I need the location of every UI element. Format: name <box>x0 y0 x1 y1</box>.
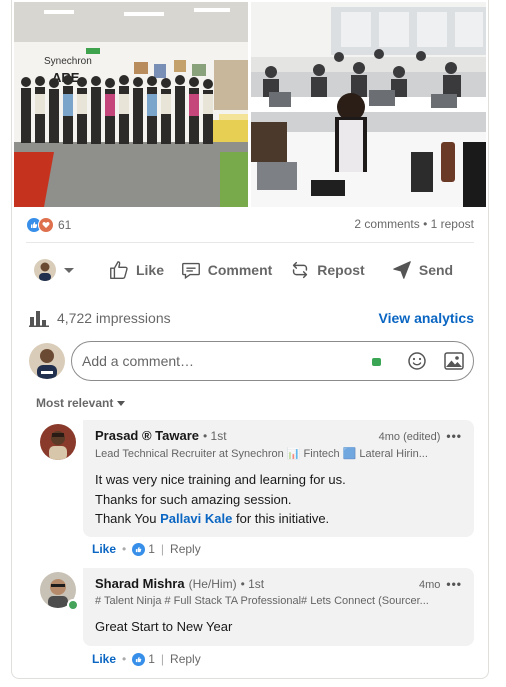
commenter-headline: Lead Technical Recruiter at Synechron 📊 … <box>95 448 428 460</box>
post-action-bar: Like Comment Repost Send <box>24 255 476 285</box>
comment-like-button[interactable]: Like <box>92 652 116 666</box>
commenter-pronouns: (He/Him) <box>188 577 237 591</box>
training-photo-image <box>251 2 486 207</box>
image-icon[interactable] <box>444 352 464 370</box>
group-photo-office[interactable]: Synechron ARE <box>14 2 248 207</box>
chevron-down-icon <box>117 400 126 406</box>
reactions-summary[interactable]: 61 <box>26 217 71 233</box>
send-label: Send <box>418 262 454 278</box>
comment-item: Sharad Mishra (He/Him) • 1st 4mo ••• # T… <box>40 568 474 673</box>
reaction-identity-selector[interactable] <box>24 259 96 281</box>
status-indicator-icon <box>372 358 381 366</box>
post-card: Synechron ARE <box>11 0 489 679</box>
comment-label: Comment <box>207 262 273 278</box>
comment-button[interactable]: Comment <box>176 255 276 285</box>
online-status-icon <box>67 599 79 611</box>
sign-text: Synechron <box>44 56 92 67</box>
comment-line-tail: for this initiative. <box>232 511 330 526</box>
comment-line-text: Thank You <box>95 511 157 526</box>
repost-label: Repost <box>317 262 365 278</box>
emoji-icon[interactable] <box>407 351 427 371</box>
separator: • <box>122 652 127 666</box>
comment-line: Thanks for such amazing session. <box>95 491 292 507</box>
comment-reply-button[interactable]: Reply <box>170 652 201 666</box>
repost-button[interactable]: Repost <box>276 255 378 285</box>
comment-text: It was very nice training and learning f… <box>95 470 462 529</box>
comment-actions: Like • 1 | Reply <box>92 652 201 666</box>
comment-timestamp: 4mo <box>418 579 441 591</box>
comment-header: Sharad Mishra (He/Him) • 1st 4mo ••• <box>95 576 462 591</box>
view-analytics-link[interactable]: View analytics <box>379 310 474 326</box>
comment-like-count[interactable]: 1 <box>148 542 155 556</box>
repost-icon <box>293 261 308 279</box>
comment-item: Prasad ® Taware • 1st 4mo (edited) ••• L… <box>40 420 474 570</box>
comment-bubble: Sharad Mishra (He/Him) • 1st 4mo ••• # T… <box>83 568 474 646</box>
comment-like-count[interactable]: 1 <box>148 652 155 666</box>
social-counts: 61 2 comments • 1 repost <box>26 217 474 235</box>
group-photo-image: Synechron ARE <box>14 2 248 207</box>
connection-degree: • 1st <box>203 429 227 443</box>
comment-icon <box>181 262 200 280</box>
sort-label: Most relevant <box>36 396 114 410</box>
comments-reposts-count[interactable]: 2 comments • 1 repost <box>354 217 474 231</box>
commenter-name[interactable]: Sharad Mishra <box>95 576 185 591</box>
comment-header: Prasad ® Taware • 1st 4mo (edited) ••• <box>95 428 462 443</box>
comment-actions: Like • 1 | Reply <box>92 542 201 556</box>
comment-reply-button[interactable]: Reply <box>170 542 201 556</box>
comment-input-box[interactable] <box>71 341 474 381</box>
commenter-headline: # Talent Ninja # Full Stack TA Professio… <box>95 595 429 607</box>
separator: • <box>122 542 127 556</box>
post-photo-collage[interactable]: Synechron ARE <box>14 2 486 207</box>
mention-link[interactable]: Pallavi Kale <box>160 511 232 526</box>
training-room-photo[interactable] <box>251 2 486 207</box>
comment-like-button[interactable]: Like <box>92 542 116 556</box>
love-reaction-icon <box>38 217 54 233</box>
commenter-name[interactable]: Prasad ® Taware <box>95 428 199 443</box>
like-reaction-icon <box>132 542 146 556</box>
divider <box>26 242 474 243</box>
comment-line: It was very nice training and learning f… <box>95 472 346 487</box>
reaction-count: 61 <box>58 218 72 232</box>
comment-bubble: Prasad ® Taware • 1st 4mo (edited) ••• L… <box>83 420 474 537</box>
impressions-count: 4,722 impressions <box>57 310 171 326</box>
comment-input[interactable] <box>72 352 314 370</box>
comment-text: Great Start to New Year <box>95 619 233 634</box>
thumbs-up-icon <box>110 261 128 279</box>
separator: | <box>160 652 165 666</box>
chevron-down-icon <box>64 267 74 273</box>
more-options-icon[interactable]: ••• <box>446 577 462 591</box>
connection-degree: • 1st <box>240 577 265 591</box>
comment-timestamp: 4mo (edited) <box>378 431 441 443</box>
avatar <box>29 343 65 379</box>
comment-line: Thank You Pallavi Kale for this initiati… <box>95 509 462 529</box>
bar-chart-icon <box>29 311 49 327</box>
more-options-icon[interactable]: ••• <box>446 429 462 443</box>
avatar <box>34 259 56 281</box>
impressions-row: 4,722 impressions View analytics <box>29 308 474 328</box>
comment-composer <box>29 341 474 381</box>
like-label: Like <box>135 262 164 278</box>
send-icon <box>393 261 411 279</box>
like-button[interactable]: Like <box>96 255 176 285</box>
send-button[interactable]: Send <box>378 255 466 285</box>
comment-sort-dropdown[interactable]: Most relevant <box>36 396 126 410</box>
avatar[interactable] <box>40 424 76 460</box>
separator: | <box>160 542 165 556</box>
like-reaction-icon <box>132 652 146 666</box>
